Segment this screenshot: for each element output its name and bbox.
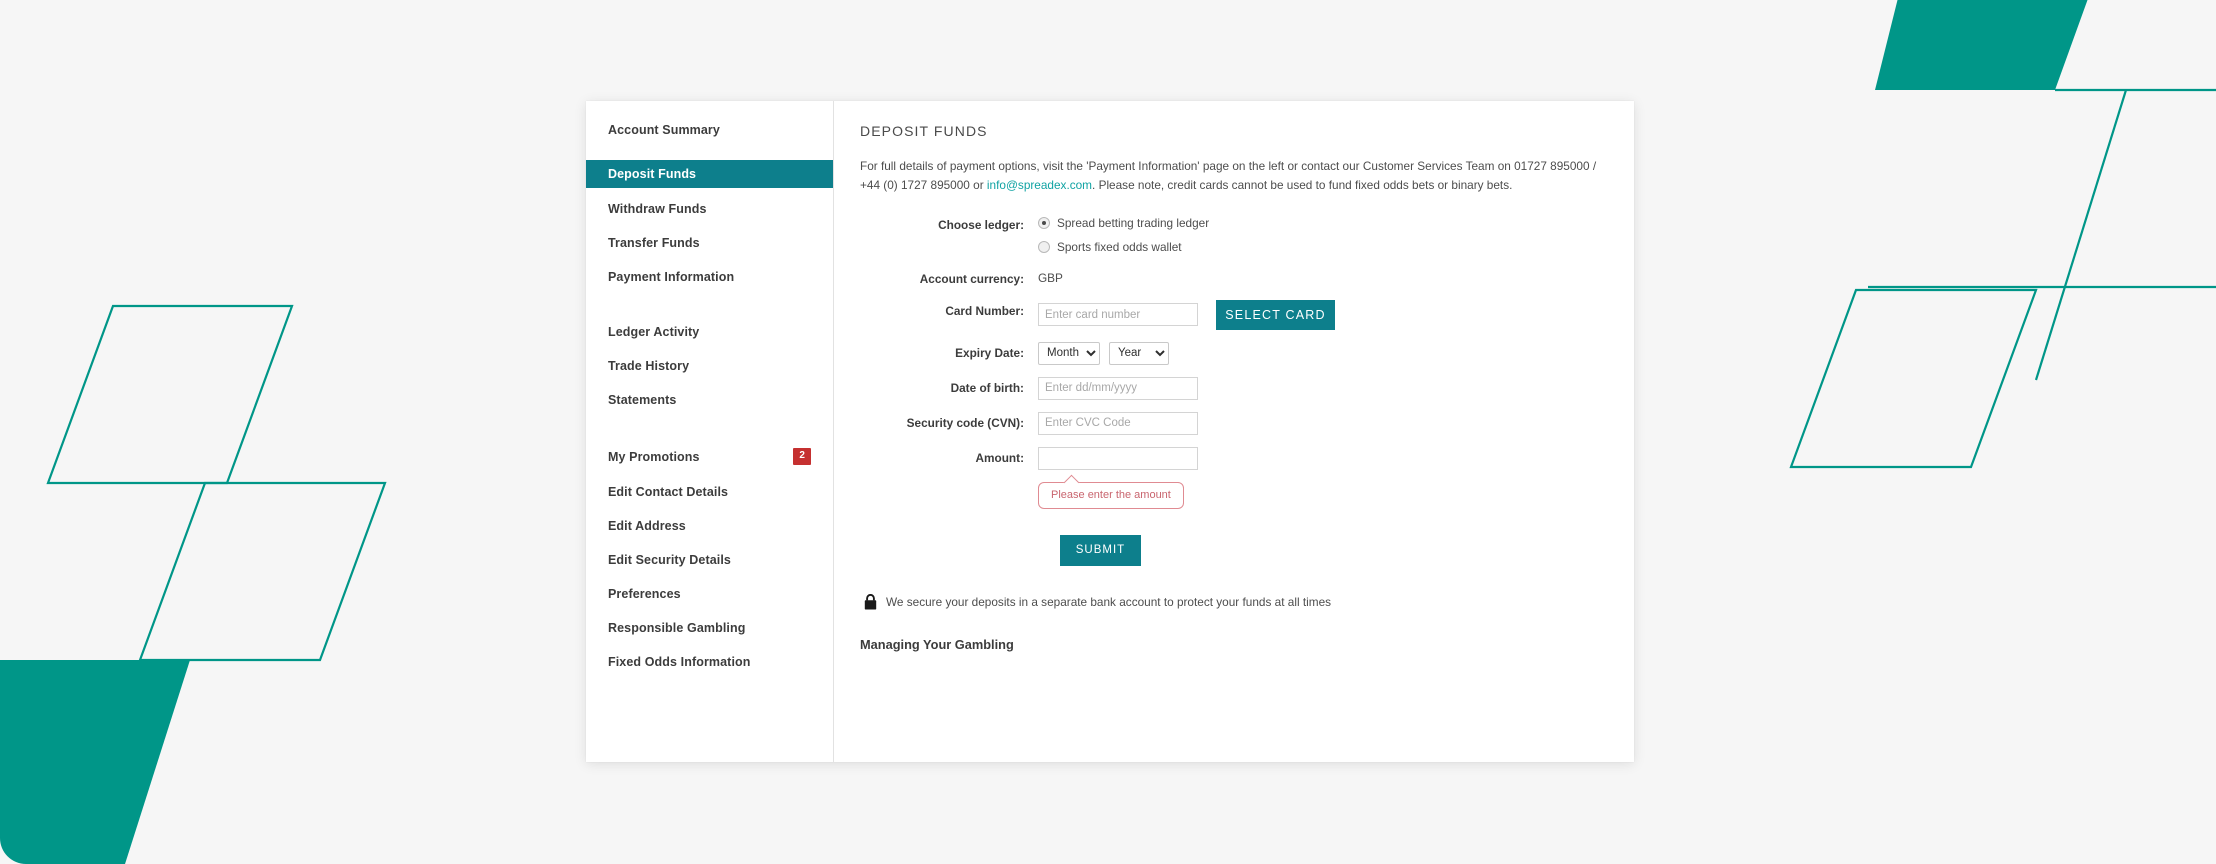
- intro-paragraph: For full details of payment options, vis…: [860, 157, 1606, 195]
- sidebar-item-label: Edit Contact Details: [608, 485, 729, 499]
- sidebar-item-label: Edit Security Details: [608, 553, 731, 567]
- sidebar-group-separator: [586, 298, 833, 319]
- amount-error-tooltip: Please enter the amount: [1038, 481, 1184, 509]
- sidebar-item-label: Deposit Funds: [608, 167, 697, 181]
- radio-label-spread-betting: Spread betting trading ledger: [1057, 216, 1210, 231]
- expiry-month-select[interactable]: Month010203040506070809101112: [1038, 341, 1100, 365]
- sidebar-item-edit-address[interactable]: Edit Address: [586, 513, 833, 539]
- deco-left-solid: [0, 660, 190, 864]
- sidebar-item-ledger-activity[interactable]: Ledger Activity: [586, 319, 833, 345]
- sidebar-item-my-promotions[interactable]: My Promotions 2: [586, 442, 833, 471]
- form-row-security-code: Security code (CVN):: [860, 411, 1606, 435]
- sidebar-nav-list: Deposit Funds Withdraw Funds Transfer Fund…: [586, 160, 833, 675]
- label-security-code: Security code (CVN):: [906, 415, 1024, 430]
- sidebar-item-edit-contact-details[interactable]: Edit Contact Details: [586, 479, 833, 505]
- form-row-amount: Amount:: [860, 446, 1606, 470]
- sidebar-item-statements[interactable]: Statements: [586, 387, 833, 413]
- deco-left-group: [0, 304, 387, 864]
- expiry-year-select[interactable]: Year2024202520262027202820292030: [1109, 341, 1169, 365]
- deco-right-diagonal: [1971, 0, 2120, 467]
- deco-right-long-diagonal: [2034, 89, 2128, 381]
- radio-sports-fixed-odds-wallet[interactable]: Sports fixed odds wallet: [1038, 240, 1209, 254]
- security-code-input[interactable]: [1038, 411, 1198, 435]
- select-card-button[interactable]: SELECT CARD: [1216, 299, 1335, 330]
- page-title: DEPOSIT FUNDS: [860, 123, 988, 139]
- sidebar-item-responsible-gambling[interactable]: Responsible Gambling: [586, 615, 833, 641]
- managing-gambling-title: Managing Your Gambling: [860, 636, 1014, 652]
- label-date-of-birth: Date of birth:: [950, 380, 1024, 395]
- sidebar-item-transfer-funds[interactable]: Transfer Funds: [586, 230, 833, 256]
- deco-right-outline: [1791, 287, 2216, 467]
- radio-dot-icon-selected[interactable]: [1038, 217, 1050, 230]
- secure-deposit-note: We secure your deposits in a separate ba…: [864, 593, 1606, 610]
- sidebar-item-label: Ledger Activity: [608, 325, 700, 339]
- date-of-birth-input[interactable]: [1038, 376, 1198, 400]
- sidebar-item-trade-history[interactable]: Trade History: [586, 353, 833, 379]
- account-sidebar: Account Summary Deposit Funds Withdraw Fu…: [586, 101, 834, 762]
- radio-spread-betting-ledger[interactable]: Spread betting trading ledger: [1038, 216, 1209, 230]
- label-expiry-date: Expiry Date:: [955, 345, 1024, 360]
- form-row-expiry-date: Expiry Date: Month0102030405060708091011…: [860, 341, 1606, 365]
- sidebar-item-label: Withdraw Funds: [608, 202, 707, 216]
- support-email-link[interactable]: info@spreadex.com: [987, 178, 1092, 192]
- deco-left-outline-lower: [138, 481, 387, 662]
- deposit-funds-panel: DEPOSIT FUNDS For full details of paymen…: [834, 101, 1634, 762]
- radio-dot-icon-unselected[interactable]: [1038, 241, 1050, 254]
- ledger-radio-group: Spread betting trading ledger Sports fix…: [1038, 214, 1209, 254]
- label-account-currency: Account currency:: [919, 272, 1024, 287]
- deco-left-outline-upper: [46, 304, 294, 485]
- secure-deposit-text: We secure your deposits in a separate ba…: [886, 594, 1332, 609]
- sidebar-heading: Account Summary: [608, 123, 720, 137]
- submit-wrapper: SUBMIT: [860, 534, 1606, 566]
- lock-icon: [864, 593, 877, 610]
- form-row-date-of-birth: Date of birth:: [860, 376, 1606, 400]
- sidebar-item-label: Transfer Funds: [608, 236, 700, 250]
- amount-error-wrapper: Please enter the amount: [860, 481, 1606, 509]
- account-card: Account Summary Deposit Funds Withdraw Fu…: [586, 101, 1634, 762]
- deco-right-outline-lower: [1789, 285, 2216, 469]
- sidebar-item-label: Responsible Gambling: [608, 621, 746, 635]
- deco-right-solid-top: [1875, 0, 2088, 90]
- sidebar-item-payment-information[interactable]: Payment Information: [586, 264, 833, 290]
- deco-outline-shape-a: [65, 308, 212, 470]
- amount-input[interactable]: [1038, 446, 1198, 470]
- card-number-input[interactable]: [1038, 303, 1198, 327]
- sidebar-group-separator: [586, 421, 833, 442]
- sidebar-item-badge: 2: [793, 448, 811, 465]
- deco-right-group: [1789, 0, 2216, 469]
- sidebar-item-preferences[interactable]: Preferences: [586, 581, 833, 607]
- label-amount: Amount:: [975, 450, 1024, 465]
- sidebar-item-label: Preferences: [608, 587, 681, 601]
- label-card-number: Card Number:: [945, 303, 1024, 318]
- sidebar-item-label: My Promotions: [608, 449, 700, 464]
- submit-button[interactable]: SUBMIT: [1060, 534, 1141, 566]
- sidebar-item-withdraw-funds[interactable]: Withdraw Funds: [586, 196, 833, 222]
- sidebar-item-label: Statements: [608, 393, 677, 407]
- form-row-ledger: Choose ledger: Spread betting trading le…: [860, 214, 1606, 254]
- sidebar-item-label: Trade History: [608, 359, 690, 373]
- form-row-currency: Account currency: GBP: [860, 268, 1606, 287]
- sidebar-item-label: Fixed Odds Information: [608, 655, 751, 669]
- sidebar-item-edit-security-details[interactable]: Edit Security Details: [586, 547, 833, 573]
- account-currency-value: GBP: [1038, 271, 1063, 286]
- label-choose-ledger: Choose ledger:: [938, 218, 1024, 233]
- sidebar-item-fixed-odds-information[interactable]: Fixed Odds Information: [586, 649, 833, 675]
- form-row-card-number: Card Number: SELECT CARD: [860, 299, 1606, 330]
- sidebar-item-label: Edit Address: [608, 519, 686, 533]
- sidebar-item-label: Payment Information: [608, 270, 735, 284]
- radio-label-sports-wallet: Sports fixed odds wallet: [1057, 240, 1182, 255]
- sidebar-item-deposit-funds[interactable]: Deposit Funds: [586, 160, 833, 188]
- intro-text-part2: . Please note, credit cards cannot be us…: [1092, 178, 1513, 193]
